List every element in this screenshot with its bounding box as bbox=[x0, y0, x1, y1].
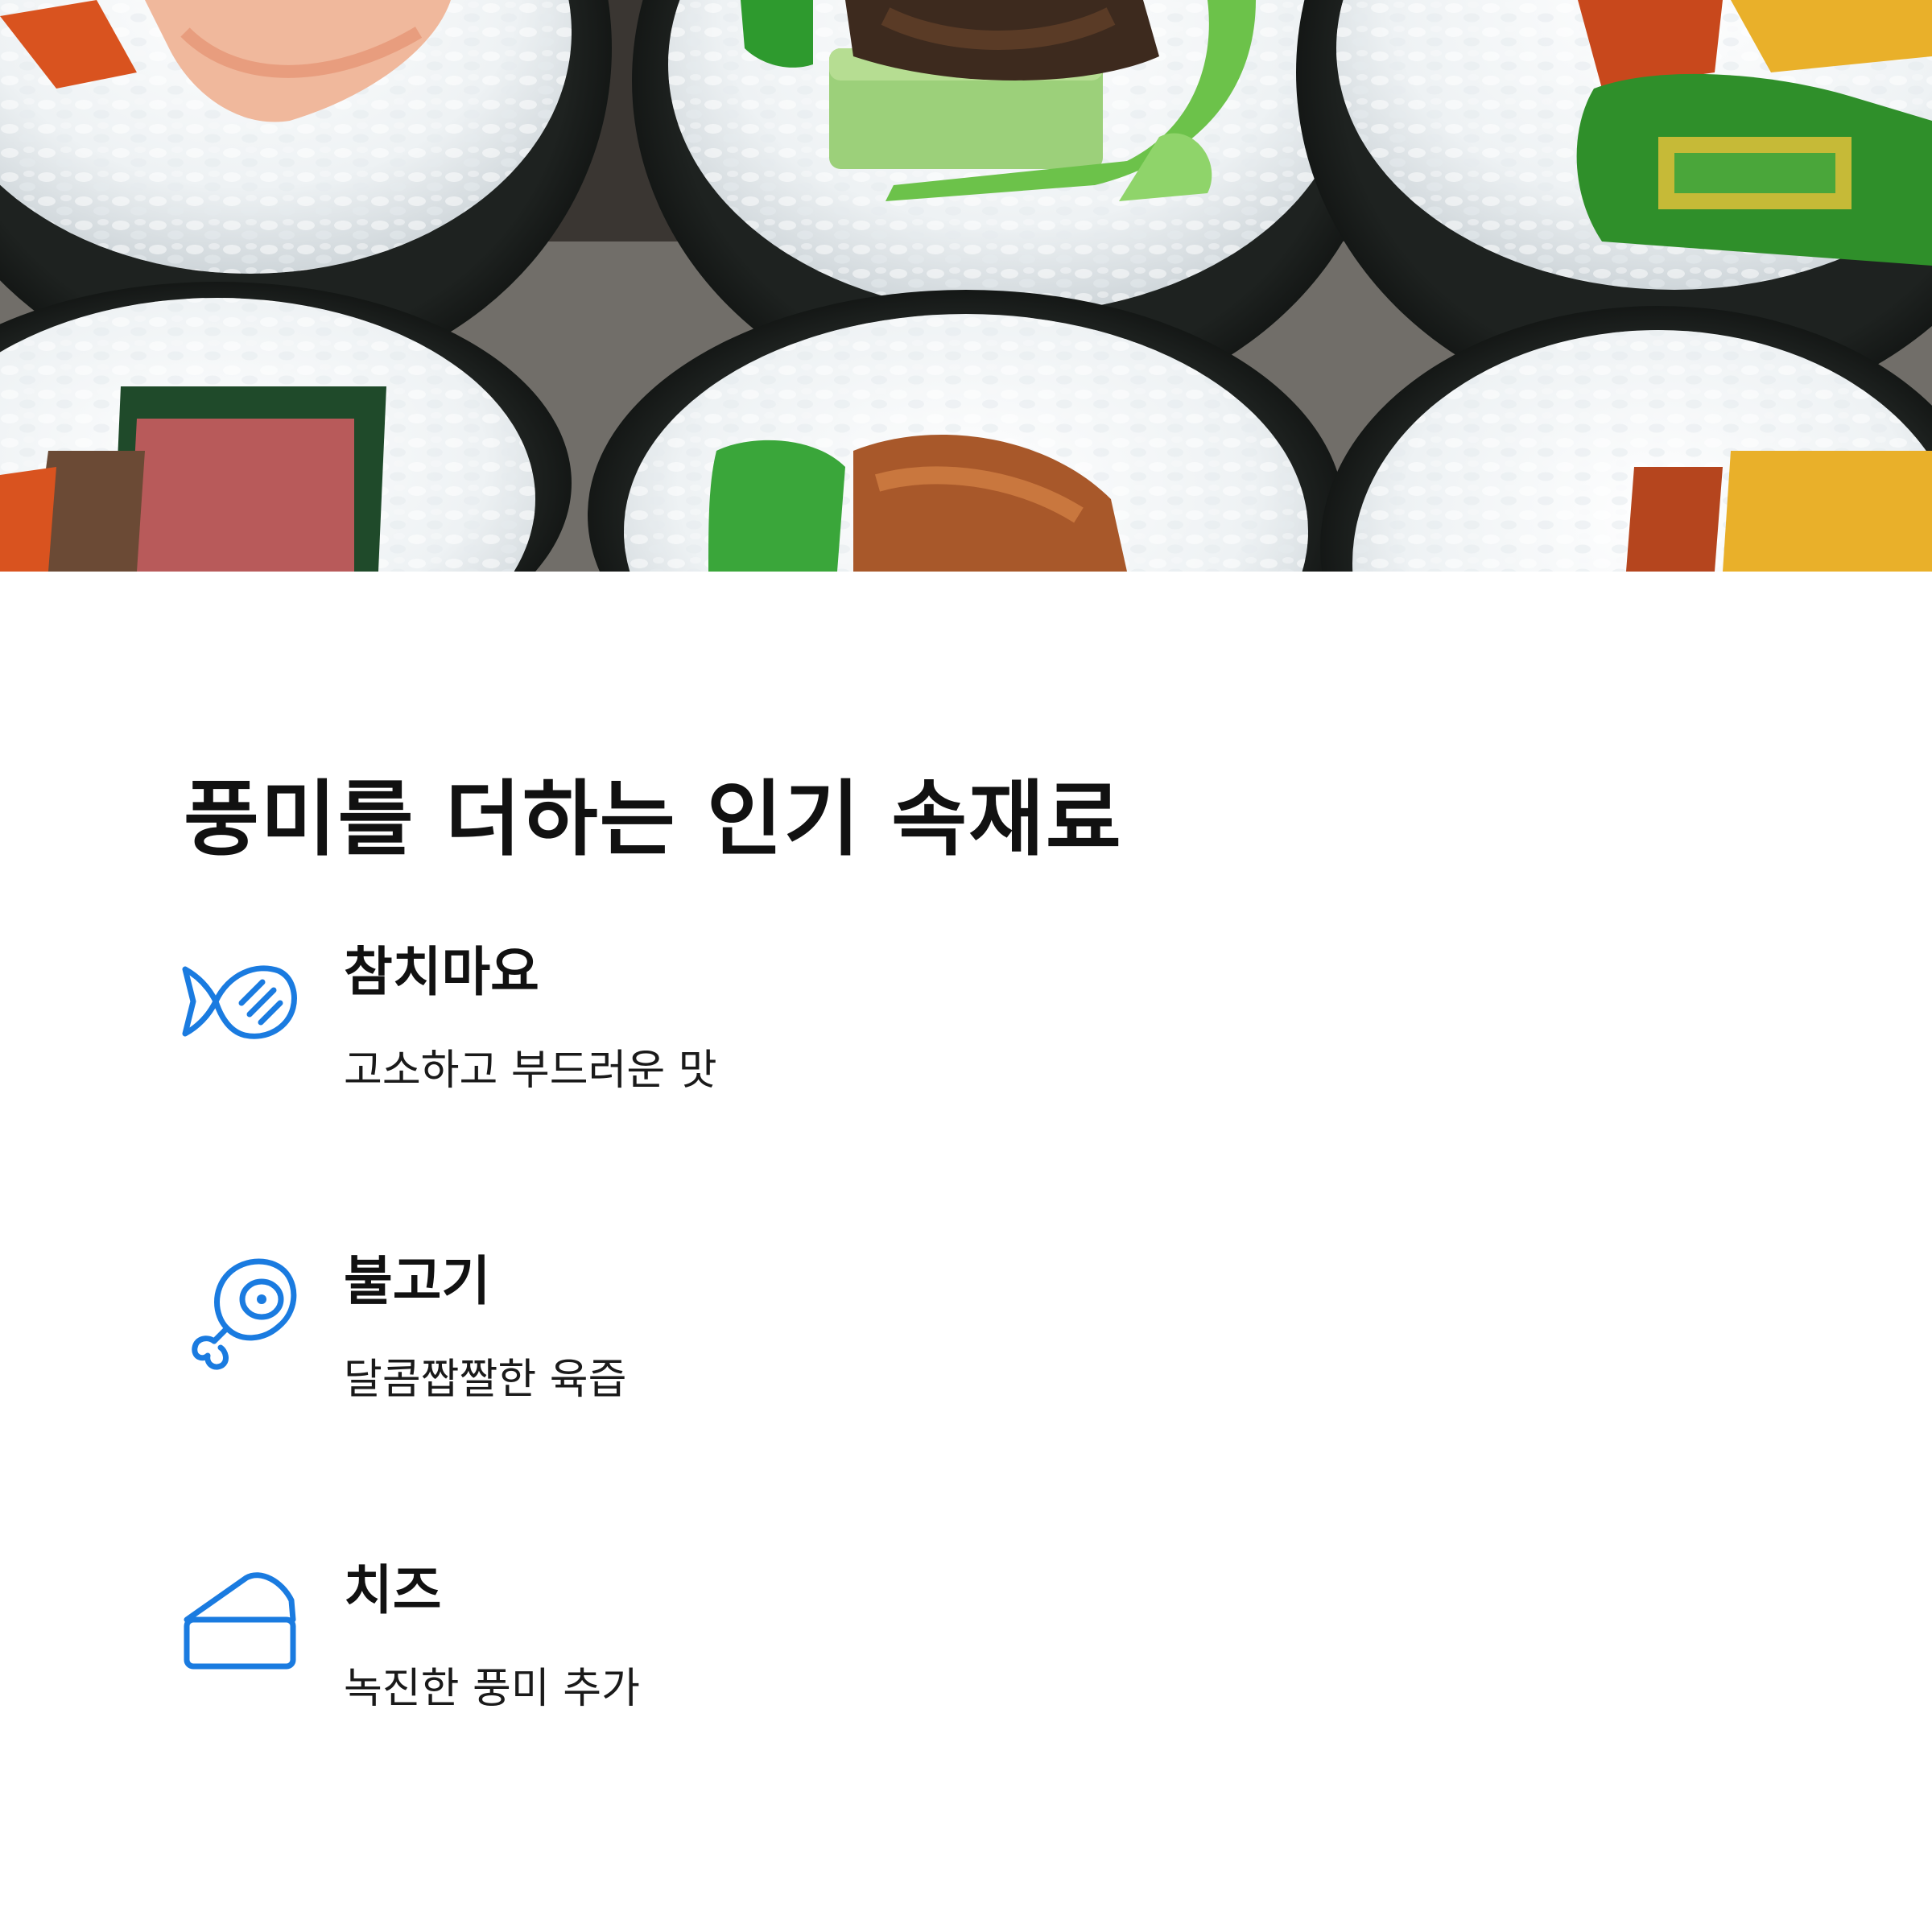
item-description: 녹진한 풍미 추가 bbox=[344, 1665, 640, 1713]
list-item-tuna-mayo: 참치마요 고소하고 부드러운 맛 bbox=[0, 943, 1932, 1153]
list-item-cheese: 치즈 녹진한 풍미 추가 bbox=[0, 1559, 1932, 1771]
cheese-icon bbox=[179, 1562, 299, 1682]
hero-image bbox=[0, 0, 1932, 572]
item-title: 치즈 bbox=[344, 1559, 442, 1621]
fish-icon bbox=[179, 943, 299, 1064]
list-item-bulgogi: 불고기 달콤짭짤한 육즙 bbox=[0, 1250, 1932, 1462]
meat-drumstick-icon bbox=[179, 1253, 299, 1373]
item-title: 참치마요 bbox=[344, 941, 539, 1003]
page: 풍미를 더하는 인기 속재료 참치마요 고소하고 부드러운 맛 불고기 달콤짭짤… bbox=[0, 0, 1932, 1932]
item-description: 고소하고 부드러운 맛 bbox=[344, 1046, 717, 1095]
item-description: 달콤짭짤한 육즙 bbox=[344, 1356, 627, 1404]
item-title: 불고기 bbox=[344, 1250, 491, 1312]
section-title: 풍미를 더하는 인기 속재료 bbox=[184, 772, 1123, 868]
